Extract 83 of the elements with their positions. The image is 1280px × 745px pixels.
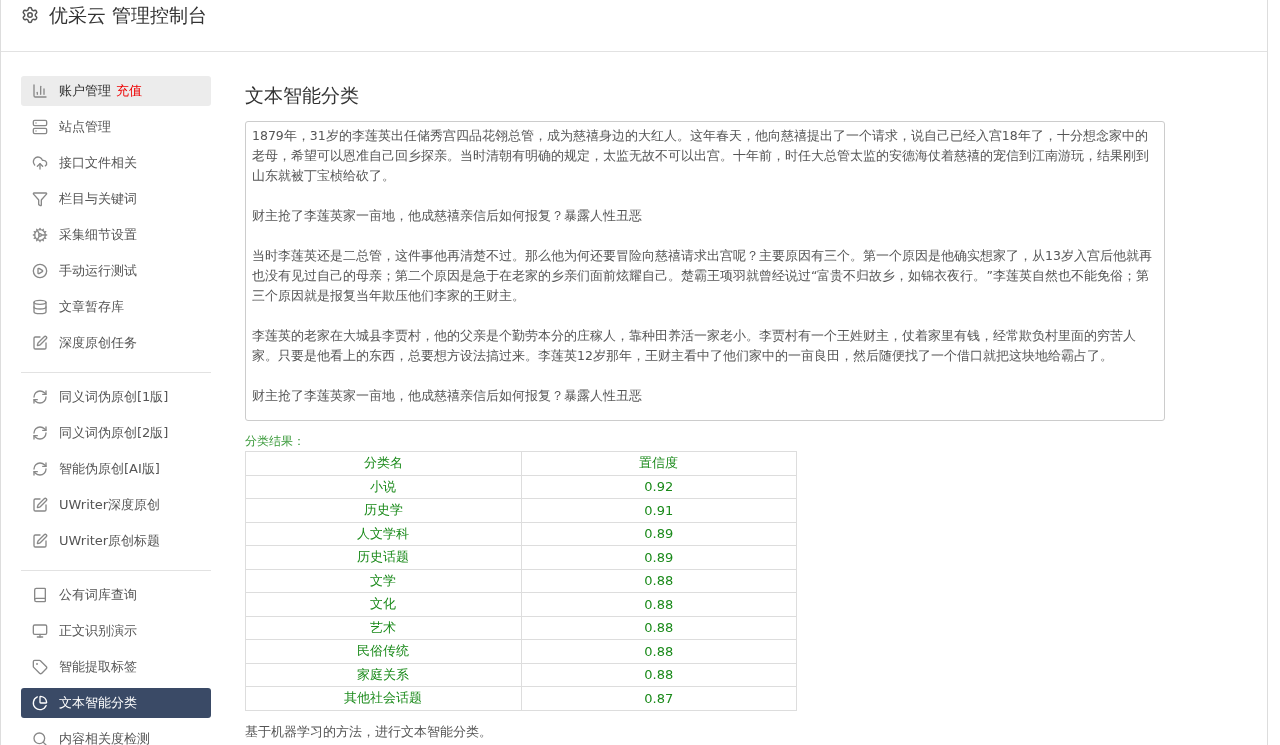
sidebar-item[interactable]: 手动运行测试 [21, 256, 211, 286]
pie-chart-icon [32, 695, 48, 711]
table-cell: 0.89 [521, 545, 797, 569]
monitor-icon [32, 623, 48, 639]
console-title: 优采云 管理控制台 [49, 4, 208, 26]
sidebar-item[interactable]: 深度原创任务 [21, 328, 211, 358]
bar-chart-icon [32, 83, 48, 99]
sidebar-label: 采集细节设置 [59, 226, 137, 244]
sidebar-item[interactable]: 站点管理 [21, 112, 211, 142]
page-title: 文本智能分类 [245, 83, 360, 108]
table-cell: 0.88 [521, 616, 797, 640]
sidebar-item[interactable]: 账户管理 充值 [21, 76, 211, 106]
table-cell: 小说 [245, 475, 521, 499]
sidebar-item[interactable]: UWriter原创标题 [21, 526, 211, 556]
column-header: 分类名 [245, 451, 521, 475]
table-cell: 人文学科 [245, 522, 521, 546]
sidebar-label: 文章暂存库 [59, 298, 124, 316]
table-cell: 文学 [245, 569, 521, 593]
sidebar-label: 内容相关度检测 [59, 730, 150, 745]
database-icon [32, 299, 48, 315]
sidebar-item[interactable]: 正文识别演示 [21, 616, 211, 646]
text-input-field[interactable]: 1879年，31岁的李莲英出任储秀宫四品花翎总管，成为慈禧身边的大红人。这年春天，他向慈禧提出了一个请求，说自己已经入宫18年了，十分想念家中的老母，希望可以恩准自己回乡探亲。当时清朝有明确的规定，太监无故不可以出宫。十年前，时任大总管太监的安德海仗着慈禧的宠信到江南游玩，结果刚到山东就被丁宝桢给砍了。 财主抢了李莲英家一亩地，他成慈禧亲信后如何报复？暴露人性丑恶 当时李莲英还是二总管，这件事他再清楚不过。那么他为何还要冒险向慈禧请求出宫呢？主要原因有三个。第一个原因是他确实想家了，从13岁入宫后他就再也没有见过自己的母亲；第二个原因是急于在老家的乡亲们面前炫耀自己。楚霸王项羽就曾经说过“富贵不归故乡，如锦衣夜行。”李莲英自然也不能免俗；第三个原因就是报复当年欺压他们李家的王财主。 李莲英的老家在大城县李贾村，他的父亲是个勤劳本分的庄稼人，靠种田养活一家老小。李贾村有一个王姓财主，仗着家里有钱，经常欺负村里面的穷苦人家。只要是他看上的东西，总要想方设法搞过来。李莲英12岁那年，王财主看中了他们家中的一亩良田，然后随便找了一个借口就把这块地给霸占了。 财主抢了李莲英家一亩地，他成慈禧亲信后如何报复？暴露人性丑恶 [245, 121, 1165, 421]
table-cell: 0.91 [521, 498, 797, 522]
description-text: 基于机器学习的方法，进行文本智能分类。 [245, 722, 492, 741]
sidebar-label: 接口文件相关 [59, 154, 137, 172]
sidebar-item[interactable]: 同义词伪原创[1版] [21, 382, 211, 412]
sidebar-label: 公有词库查询 [59, 586, 137, 604]
sidebar-item[interactable]: 栏目与关键词 [21, 184, 211, 214]
table-cell: 民俗传统 [245, 639, 521, 663]
edit-icon [32, 533, 48, 549]
sidebar-label: UWriter深度原创 [59, 496, 161, 514]
sidebar-label: 智能提取标签 [59, 658, 137, 676]
table-cell: 文化 [245, 592, 521, 616]
sidebar-label: 正文识别演示 [59, 622, 137, 640]
sidebar-item[interactable]: 公有词库查询 [21, 580, 211, 610]
settings-icon [21, 6, 39, 24]
refresh-icon [32, 425, 48, 441]
sidebar-label: 同义词伪原创[2版] [59, 424, 169, 442]
sidebar-item[interactable]: 接口文件相关 [21, 148, 211, 178]
sidebar-item[interactable]: UWriter深度原创 [21, 490, 211, 520]
sidebar-label: 同义词伪原创[1版] [59, 388, 169, 406]
sidebar-label: 账户管理 [59, 82, 111, 100]
table-cell: 0.92 [521, 475, 797, 499]
search-icon [32, 731, 48, 745]
table-cell: 0.88 [521, 569, 797, 593]
sidebar-item[interactable]: 文本智能分类 [21, 688, 211, 718]
table-cell: 家庭关系 [245, 663, 521, 687]
recharge-link[interactable]: 充值 [116, 82, 142, 100]
table-cell: 0.88 [521, 592, 797, 616]
sidebar-label: 站点管理 [59, 118, 111, 136]
table-cell: 其他社会话题 [245, 686, 521, 710]
sidebar-item[interactable]: 内容相关度检测 [21, 724, 211, 745]
play-icon [32, 263, 48, 279]
sidebar-item[interactable]: 文章暂存库 [21, 292, 211, 322]
sidebar-label: 栏目与关键词 [59, 190, 137, 208]
table-cell: 艺术 [245, 616, 521, 640]
book-icon [32, 587, 48, 603]
gears-icon [32, 227, 48, 243]
sidebar-label: 智能伪原创[AI版] [59, 460, 160, 478]
table-cell: 历史话题 [245, 545, 521, 569]
table-cell: 0.89 [521, 522, 797, 546]
sidebar-label: UWriter原创标题 [59, 532, 161, 550]
sidebar-item[interactable]: 智能伪原创[AI版] [21, 454, 211, 484]
sidebar-item[interactable]: 同义词伪原创[2版] [21, 418, 211, 448]
server-icon [32, 119, 48, 135]
sidebar-label: 文本智能分类 [59, 694, 137, 712]
result-label: 分类结果： [245, 433, 305, 450]
edit-icon [32, 497, 48, 513]
sidebar-label: 深度原创任务 [59, 334, 137, 352]
table-cell: 0.88 [521, 663, 797, 687]
table-cell: 0.88 [521, 639, 797, 663]
tag-icon [32, 659, 48, 675]
sidebar-item[interactable]: 智能提取标签 [21, 652, 211, 682]
sidebar-item[interactable]: 采集细节设置 [21, 220, 211, 250]
table-cell: 历史学 [245, 498, 521, 522]
edit-icon [32, 335, 48, 351]
column-header: 置信度 [521, 451, 797, 475]
sidebar-label: 手动运行测试 [59, 262, 137, 280]
refresh-icon [32, 461, 48, 477]
filter-icon [32, 191, 48, 207]
cloud-upload-icon [32, 155, 48, 171]
refresh-icon [32, 389, 48, 405]
table-cell: 0.87 [521, 686, 797, 710]
